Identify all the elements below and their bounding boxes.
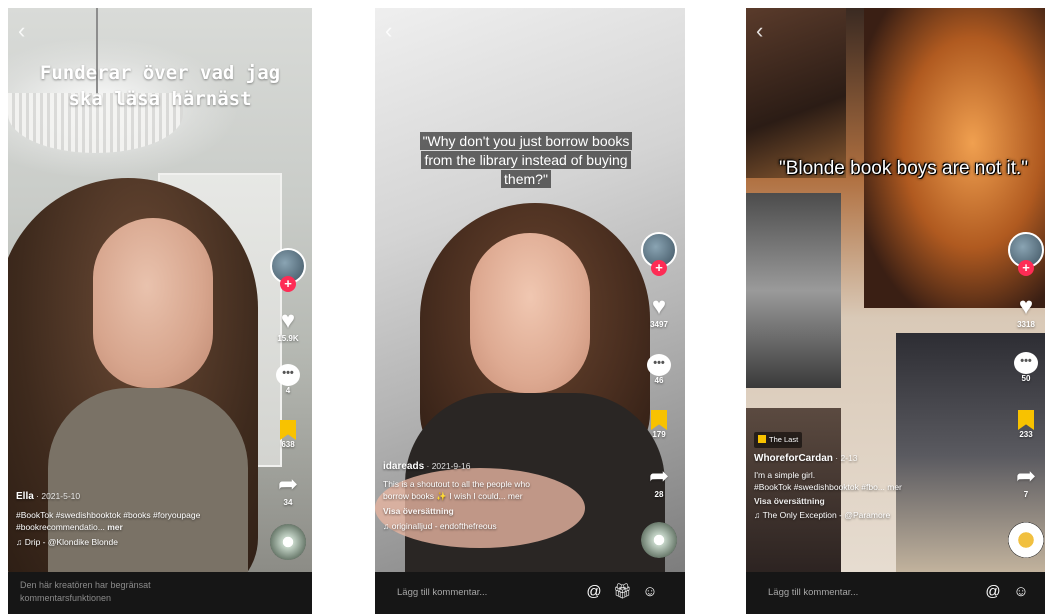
hashtags[interactable]: #BookTok #swedishbooktok #fbo... mer	[754, 481, 985, 493]
share-count: 28	[654, 490, 664, 499]
comment-button[interactable]: ••• 50	[1008, 352, 1044, 384]
like-button[interactable]: ♥ 3318	[1008, 294, 1044, 330]
comment-bar: Lägg till kommentar... @ 🎁︎ ☺	[375, 572, 685, 614]
music-disc-icon[interactable]	[270, 524, 306, 560]
music-disc-icon[interactable]	[641, 522, 677, 558]
person-face	[93, 218, 213, 388]
comments-restricted-notice: Den här kreatören har begränsat kommenta…	[20, 580, 151, 603]
show-translation-link[interactable]: Visa översättning	[754, 495, 985, 507]
music-disc-icon[interactable]	[1008, 522, 1044, 558]
follow-plus-icon[interactable]: +	[1018, 260, 1034, 276]
person-face	[470, 233, 590, 393]
comment-bar: Den här kreatören har begränsat kommenta…	[8, 572, 312, 614]
save-button[interactable]: 179	[641, 408, 677, 440]
heart-icon: ♥	[280, 307, 296, 334]
share-button[interactable]: ➦ 28	[641, 464, 677, 500]
book-icon	[758, 435, 766, 443]
username[interactable]: WhoreforCardan	[754, 453, 833, 464]
comment-button[interactable]: ••• 46	[641, 354, 677, 386]
post-date: · 2-13	[832, 453, 858, 463]
book-tag-chip[interactable]: The Last	[754, 432, 803, 448]
save-count: 638	[281, 440, 295, 449]
bookmark-icon	[280, 420, 296, 440]
video-caption: Funderar över vad jag ska läsa härnäst	[39, 62, 281, 110]
bookmark-icon	[651, 410, 667, 430]
video-caption: "Why don't you just borrow books from th…	[417, 132, 635, 189]
heart-icon: ♥	[1018, 293, 1034, 320]
comment-icon: •••	[647, 354, 671, 376]
video-panel-3[interactable]: ‹ "Blonde book boys are not it." + ♥ 331…	[746, 8, 1045, 614]
comment-bar: Lägg till kommentar... @ ☺	[746, 572, 1045, 614]
back-arrow-icon[interactable]: ‹	[385, 20, 392, 42]
share-button[interactable]: ➦ 34	[270, 472, 306, 508]
save-button[interactable]: 233	[1008, 408, 1044, 440]
mention-icon[interactable]: @	[984, 583, 1002, 601]
back-arrow-icon[interactable]: ‹	[18, 20, 25, 42]
description-line-1: This is a shoutout to all the people who	[383, 479, 530, 489]
comment-input[interactable]: Lägg till kommentar...	[768, 587, 858, 598]
video-info: idareads · 2021-9-16 This is a shoutout …	[383, 460, 625, 532]
video-panel-1[interactable]: ‹ Funderar över vad jag ska läsa härnäst…	[8, 8, 312, 614]
video-info: The Last WhoreforCardan · 2-13 I'm a sim…	[754, 432, 985, 521]
comment-icon: •••	[276, 364, 300, 386]
video-info: Ella · 2021-5-10 #BookTok #swedishbookto…	[16, 490, 252, 548]
save-button[interactable]: 638	[270, 418, 306, 450]
emoji-icon[interactable]: ☺	[641, 583, 659, 601]
music-label[interactable]: ♫ The Only Exception - @Paramore	[754, 509, 985, 521]
like-button[interactable]: ♥ 15.9K	[270, 308, 306, 344]
like-button[interactable]: ♥ 3497	[641, 294, 677, 330]
description-line-1: I'm a simple girl.	[754, 470, 816, 480]
more-link[interactable]: mer	[107, 522, 123, 532]
comment-input[interactable]: Lägg till kommentar...	[397, 587, 487, 598]
follow-plus-icon[interactable]: +	[651, 260, 667, 276]
comment-count: 46	[654, 376, 664, 385]
username[interactable]: idareads	[383, 461, 424, 472]
like-count: 15.9K	[277, 334, 299, 343]
share-arrow-icon: ➦	[1015, 463, 1037, 490]
comment-count: 4	[285, 386, 291, 395]
share-count: 7	[1023, 490, 1029, 499]
video-caption: "Blonde book boys are not it."	[778, 158, 1029, 179]
save-count: 179	[652, 430, 666, 439]
music-label[interactable]: ♫ originalljud - endofthefreous	[383, 520, 625, 532]
comment-count: 50	[1021, 374, 1031, 383]
emoji-icon[interactable]: ☺	[1012, 583, 1030, 601]
description-line-2[interactable]: borrow books ✨ I wish I could... mer	[383, 490, 625, 502]
save-count: 233	[1019, 430, 1033, 439]
mention-icon[interactable]: @	[585, 583, 603, 601]
share-button[interactable]: ➦ 7	[1008, 464, 1044, 500]
share-count: 34	[283, 498, 293, 507]
follow-plus-icon[interactable]: +	[280, 276, 296, 292]
video-panel-2[interactable]: ‹ "Why don't you just borrow books from …	[375, 8, 685, 614]
share-arrow-icon: ➦	[648, 463, 670, 490]
post-date: · 2021-9-16	[424, 461, 471, 471]
post-date: · 2021-5-10	[33, 491, 81, 501]
music-label[interactable]: ♫ Drip - @Klondike Blonde	[16, 536, 252, 548]
back-arrow-icon[interactable]: ‹	[756, 20, 763, 42]
comment-button[interactable]: ••• 4	[270, 364, 306, 396]
comment-icon: •••	[1014, 352, 1038, 374]
gift-icon[interactable]: 🎁︎	[613, 583, 632, 601]
poster	[746, 193, 841, 388]
bookmark-icon	[1018, 410, 1034, 430]
heart-icon: ♥	[651, 293, 667, 320]
like-count: 3497	[650, 320, 668, 329]
like-count: 3318	[1017, 320, 1035, 329]
share-arrow-icon: ➦	[277, 471, 299, 498]
show-translation-link[interactable]: Visa översättning	[383, 505, 625, 517]
username[interactable]: Ella	[16, 491, 34, 502]
